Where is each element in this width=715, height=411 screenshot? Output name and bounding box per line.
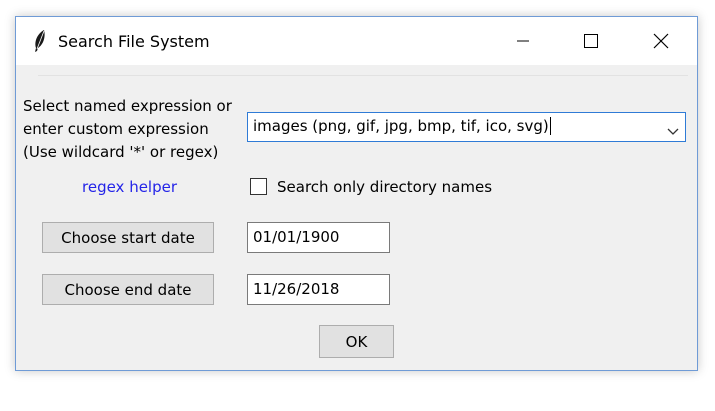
expression-prompt-label: Select named expression or enter custom …: [23, 95, 232, 164]
minimize-button[interactable]: [500, 17, 546, 65]
ok-button[interactable]: OK: [319, 325, 394, 358]
regex-helper-link[interactable]: regex helper: [82, 178, 177, 196]
minimize-icon: [517, 40, 529, 42]
maximize-icon: [584, 34, 598, 48]
window-title: Search File System: [58, 32, 210, 51]
title-bar[interactable]: Search File System: [16, 17, 697, 65]
separator: [38, 75, 688, 76]
expression-combobox[interactable]: images (png, gif, jpg, bmp, tif, ico, sv…: [247, 112, 686, 142]
end-date-field[interactable]: 11/26/2018: [247, 274, 390, 305]
directory-only-label[interactable]: Search only directory names: [277, 178, 492, 196]
expression-value[interactable]: images (png, gif, jpg, bmp, tif, ico, sv…: [253, 117, 551, 135]
prompt-line: enter custom expression: [23, 120, 209, 138]
prompt-line: Select named expression or: [23, 97, 232, 115]
close-icon: [653, 33, 669, 49]
directory-only-checkbox[interactable]: [250, 178, 267, 195]
feather-icon: [32, 29, 48, 53]
start-date-field[interactable]: 01/01/1900: [247, 222, 390, 253]
choose-start-date-button[interactable]: Choose start date: [42, 222, 214, 253]
maximize-button[interactable]: [568, 17, 614, 65]
chevron-down-icon[interactable]: [667, 122, 679, 135]
close-button[interactable]: [638, 17, 684, 65]
choose-end-date-button[interactable]: Choose end date: [42, 274, 214, 305]
search-dialog-window: Search File System Select named expressi…: [15, 16, 698, 371]
prompt-line: (Use wildcard '*' or regex): [23, 143, 219, 161]
